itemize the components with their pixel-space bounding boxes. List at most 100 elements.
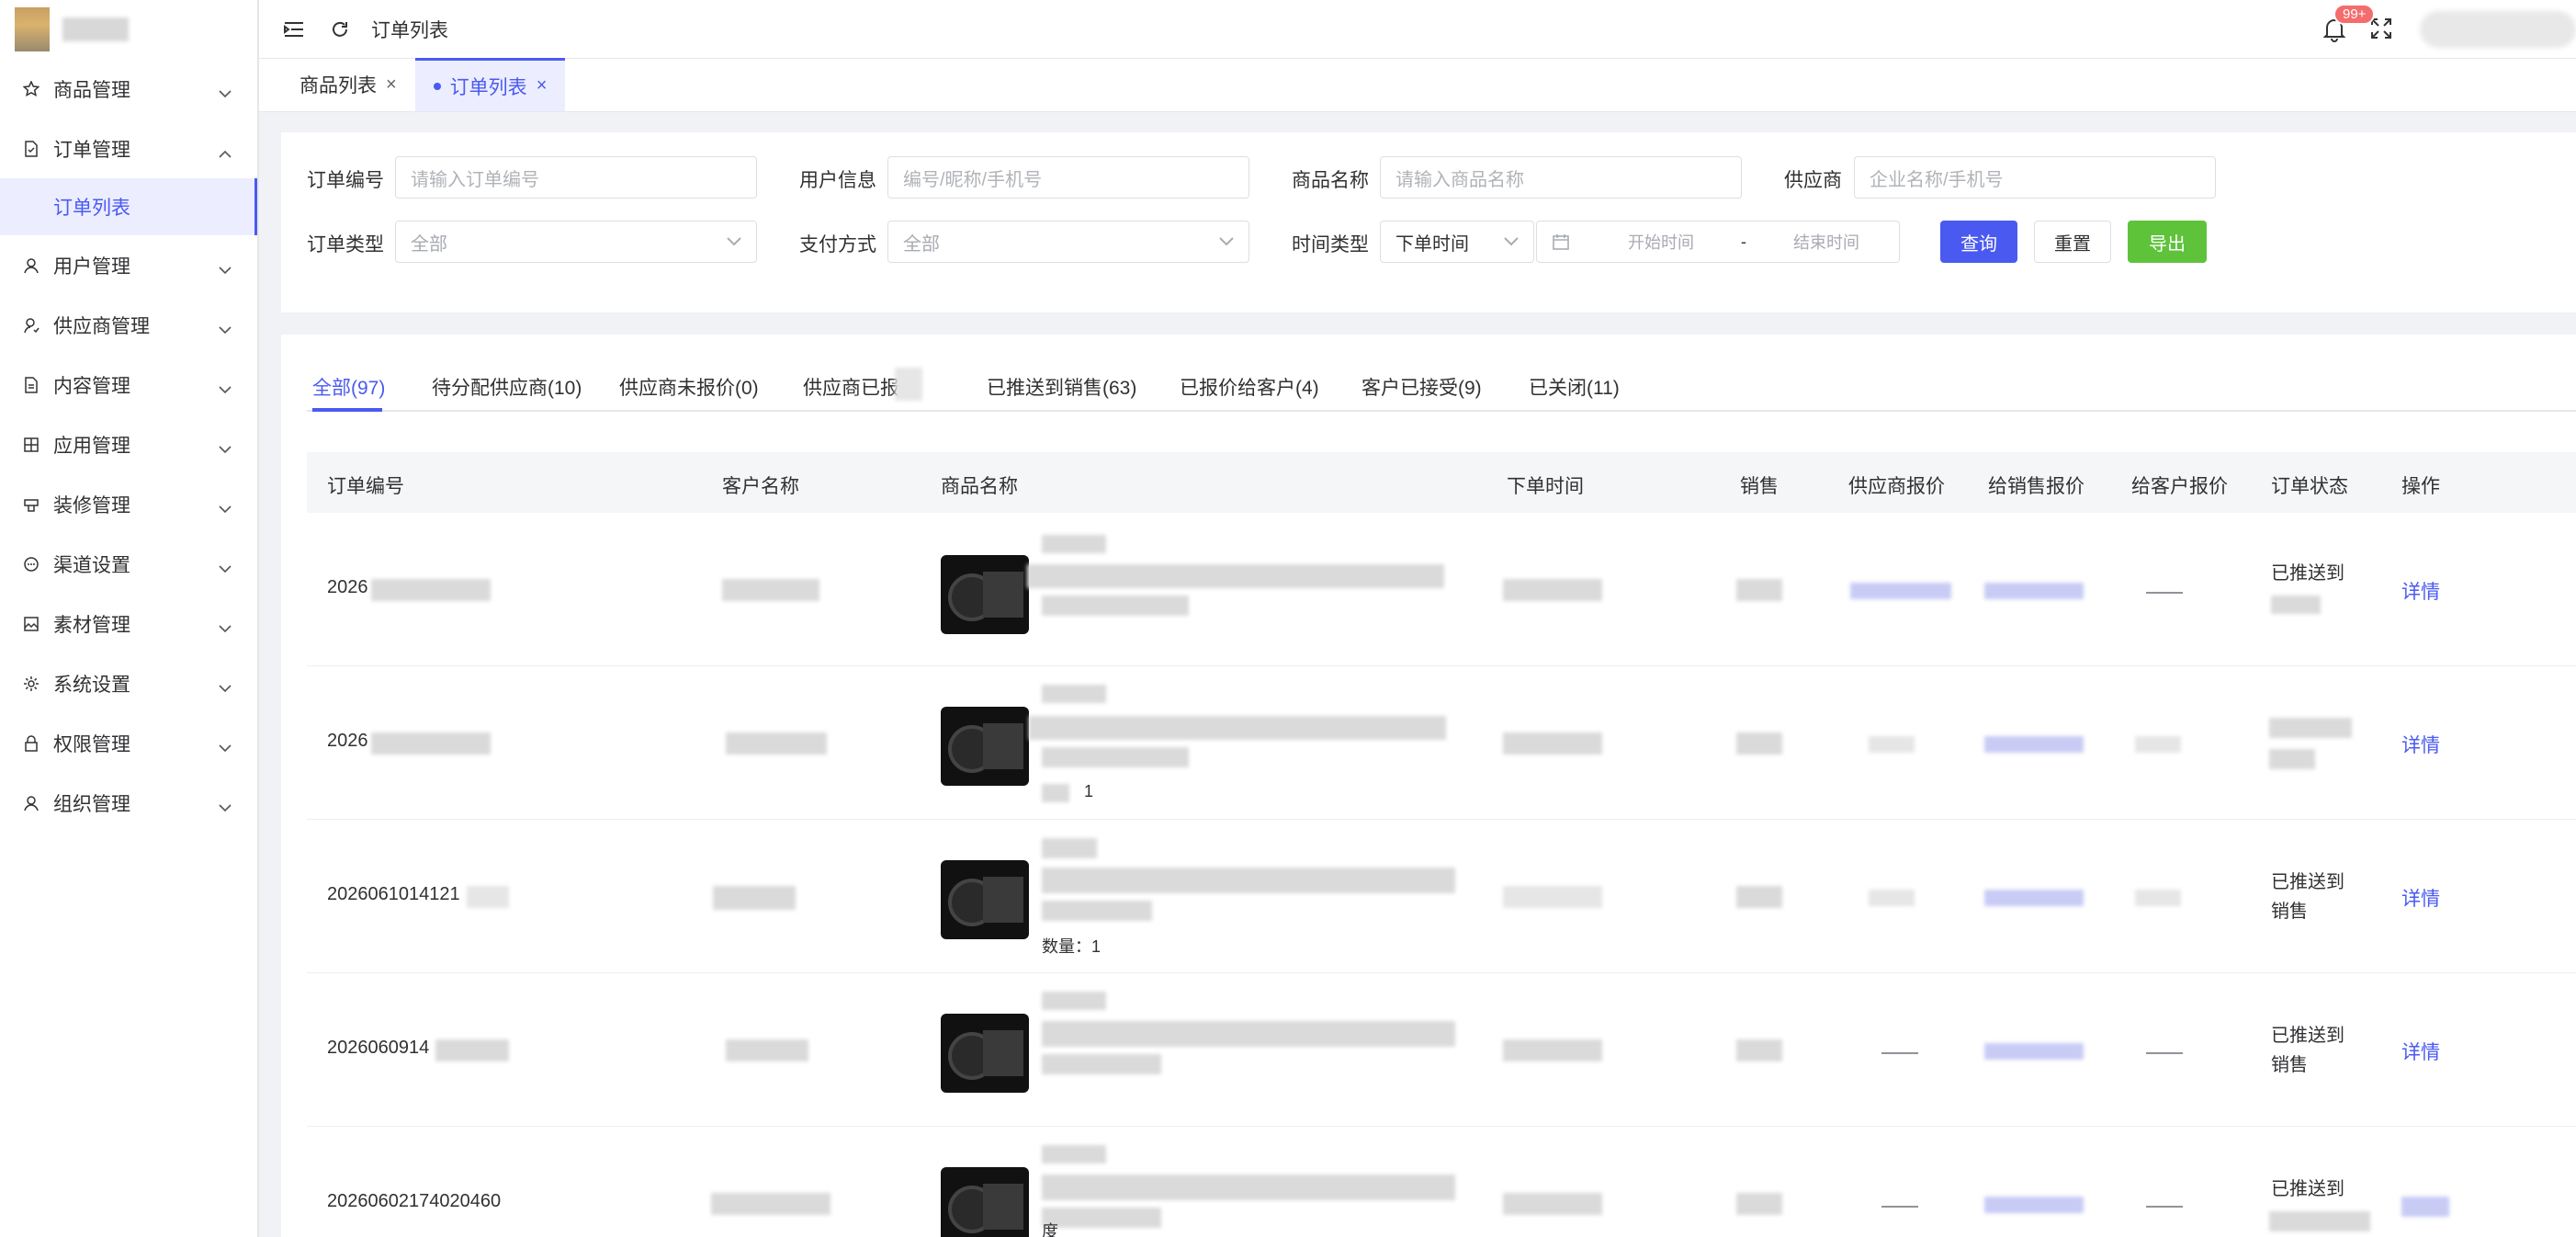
sidebar-item-10[interactable]: 权限管理 [0, 713, 257, 773]
start-date-input[interactable]: 开始时间 [1601, 230, 1721, 254]
date-range-picker[interactable]: 开始时间 - 结束时间 [1536, 221, 1900, 263]
order-no: 2026060914 [327, 1038, 430, 1058]
product-name-input[interactable]: 请输入商品名称 [1380, 156, 1742, 199]
tab-all[interactable]: 全部(97) [312, 373, 385, 401]
sidebar-item-8[interactable]: 素材管理 [0, 594, 257, 653]
chevron-down-icon [219, 497, 233, 513]
empty-dash [2146, 1206, 2183, 1208]
order-no-input[interactable]: 请输入订单编号 [395, 156, 757, 199]
chat-icon [22, 555, 40, 573]
active-tab-underline [312, 408, 382, 412]
sidebar-item-2[interactable]: 用户管理 [0, 235, 257, 295]
chevron-down-icon [219, 557, 233, 573]
product-name-blurred [1027, 564, 1444, 588]
close-icon[interactable]: × [537, 75, 548, 96]
sidebar-subitem-order-list[interactable]: 订单列表 [0, 178, 257, 235]
sidebar-item-0[interactable]: 商品管理 [0, 59, 257, 119]
sidebar-item-11[interactable]: 组织管理 [0, 773, 257, 833]
table-row: 2026061014121 数量：1 已推送到 销售 详情 [307, 820, 2576, 973]
tab-pending-supplier[interactable]: 待分配供应商(10) [432, 373, 582, 401]
chevron-down-icon [219, 82, 233, 97]
decor-icon [22, 495, 40, 514]
order-no: 2026061014121 [327, 884, 460, 904]
fullscreen-icon[interactable] [2370, 17, 2394, 41]
close-icon[interactable]: × [386, 74, 397, 96]
sidebar-item-9[interactable]: 系统设置 [0, 653, 257, 713]
col-sales: 销售 [1740, 476, 1779, 497]
file-icon [22, 376, 40, 394]
tag-label: 订单列表 [449, 76, 527, 98]
user-info-input[interactable]: 编号/昵称/手机号 [887, 156, 1249, 199]
tab-closed[interactable]: 已关闭(11) [1529, 373, 1620, 401]
logo [0, 0, 257, 59]
notification-badge: 99+ [2333, 4, 2376, 25]
supplier-label: 供应商 [1784, 170, 1842, 191]
col-action: 操作 [2401, 476, 2440, 497]
col-product: 商品名称 [941, 476, 1018, 497]
sidebar-item-6[interactable]: 装修管理 [0, 474, 257, 534]
sidebar-item-5[interactable]: 应用管理 [0, 414, 257, 474]
tag-order-list[interactable]: 订单列表 × [414, 58, 566, 111]
detail-link[interactable]: 详情 [2401, 884, 2440, 912]
col-customer-quote: 给客户报价 [2131, 476, 2228, 497]
product-name-blurred [1042, 1145, 1106, 1163]
chevron-up-icon [219, 142, 233, 158]
supplier-quote-blurred [1869, 890, 1915, 906]
menu-fold-icon[interactable] [283, 18, 305, 40]
detail-link[interactable]: 详情 [2401, 1038, 2440, 1065]
user-avatar-blurred[interactable] [2420, 11, 2576, 48]
product-name-blurred [1042, 596, 1189, 616]
status-blurred [2269, 749, 2315, 769]
product-name-blurred [1042, 535, 1106, 553]
tab-supplier-unquoted[interactable]: 供应商未报价(0) [619, 373, 759, 401]
tab-customer-accepted[interactable]: 客户已接受(9) [1361, 373, 1482, 401]
order-type-select[interactable]: 全部 [395, 221, 757, 263]
query-button[interactable]: 查询 [1940, 221, 2017, 263]
logo-image [15, 7, 50, 51]
product-name-blurred [1042, 747, 1189, 767]
tab-supplier-quoted[interactable]: 供应商已报 [803, 373, 899, 401]
sidebar-item-1[interactable]: 订单管理 [0, 119, 257, 178]
end-date-input[interactable]: 结束时间 [1767, 230, 1886, 254]
qty-blurred [1042, 784, 1069, 802]
sidebar-item-3[interactable]: 供应商管理 [0, 295, 257, 355]
refresh-icon[interactable] [329, 18, 351, 40]
sidebar-item-label: 渠道设置 [53, 554, 130, 576]
tag-product-list[interactable]: 商品列表 × [281, 58, 415, 111]
sidebar-item-label: 供应商管理 [53, 315, 150, 337]
notification-bell-icon[interactable]: 99+ [2322, 4, 2376, 42]
customer-blurred [711, 1193, 830, 1215]
sales-quote-blurred [1984, 583, 2084, 599]
product-name-blurred [1042, 1021, 1455, 1047]
chevron-down-icon [219, 617, 233, 632]
sidebar: 商品管理 订单管理 订单列表 用户管理供应商管理内容管理应用管理装修管理渠道设置素材管… [0, 0, 259, 1237]
detail-link[interactable]: 详情 [2401, 577, 2440, 605]
order-no: 20260602174020460 [327, 1191, 502, 1211]
sidebar-item-4[interactable]: 内容管理 [0, 355, 257, 414]
tab-pushed-to-sales[interactable]: 已推送到销售(63) [987, 373, 1136, 401]
detail-link[interactable]: 详情 [2401, 731, 2440, 758]
time-type-value: 下单时间 [1395, 233, 1469, 255]
product-thumbnail [941, 707, 1029, 786]
chevron-down-icon [1504, 237, 1519, 246]
sidebar-menu: 商品管理 订单管理 订单列表 用户管理供应商管理内容管理应用管理装修管理渠道设置素材管… [0, 59, 257, 833]
sales-blurred [1736, 886, 1782, 908]
export-button[interactable]: 导出 [2128, 221, 2207, 263]
sales-blurred [1736, 732, 1782, 755]
tab-quoted-customer[interactable]: 已报价给客户(4) [1180, 373, 1319, 401]
col-order-no: 订单编号 [327, 476, 404, 497]
tab-text-blurred [895, 368, 922, 401]
sidebar-item-label: 权限管理 [53, 733, 130, 755]
reset-button[interactable]: 重置 [2034, 221, 2111, 263]
detail-link-blurred[interactable] [2401, 1197, 2449, 1217]
sidebar-item-label: 应用管理 [53, 435, 130, 457]
time-type-select[interactable]: 下单时间 [1380, 221, 1534, 263]
product-name-blurred [1042, 685, 1106, 703]
sales-quote-blurred [1984, 890, 2084, 906]
col-customer: 客户名称 [722, 476, 799, 497]
pay-method-select[interactable]: 全部 [887, 221, 1249, 263]
product-thumbnail [941, 555, 1029, 634]
sidebar-item-7[interactable]: 渠道设置 [0, 534, 257, 594]
customer-blurred [722, 579, 819, 601]
supplier-input[interactable]: 企业名称/手机号 [1854, 156, 2216, 199]
